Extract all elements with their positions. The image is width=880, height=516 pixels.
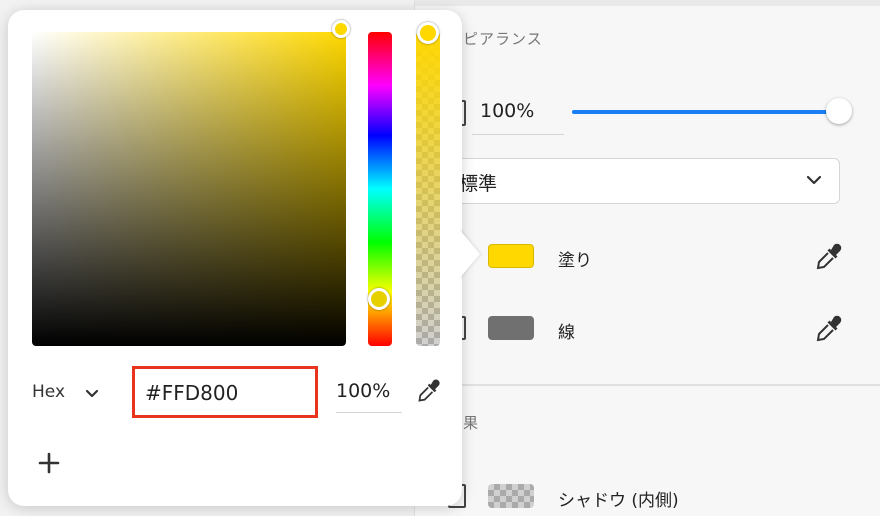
stroke-color-swatch[interactable] (488, 316, 534, 340)
opacity-slider-knob[interactable] (826, 98, 852, 124)
alpha-gradient (416, 32, 440, 346)
fill-color-swatch[interactable] (488, 244, 534, 268)
hex-input[interactable]: #FFD800 (132, 366, 318, 418)
opacity-slider[interactable] (572, 110, 840, 114)
alpha-value-input[interactable]: 100% (336, 380, 390, 402)
hue-slider-knob[interactable] (368, 288, 390, 310)
alpha-slider-knob[interactable] (417, 22, 439, 44)
color-mode-select[interactable]: Hex (32, 382, 65, 402)
opacity-underline (472, 134, 564, 135)
hex-value: #FFD800 (145, 381, 239, 405)
fill-eyedropper-icon[interactable] (814, 242, 844, 276)
saturation-brightness-area[interactable] (32, 32, 346, 346)
stroke-eyedropper-icon[interactable] (814, 314, 844, 348)
alpha-underline (336, 412, 402, 413)
stroke-label: 線 (558, 323, 575, 343)
eyedropper-icon[interactable] (416, 378, 442, 408)
section-divider (440, 384, 880, 386)
blend-mode-select[interactable]: 標準 (440, 158, 840, 204)
chevron-down-icon (805, 171, 823, 193)
saturation-knob[interactable] (332, 20, 350, 38)
alpha-slider[interactable] (416, 32, 440, 346)
inspector-panel (414, 0, 880, 516)
panel-top-strip (415, 0, 880, 6)
popover-arrow (458, 228, 480, 280)
blend-mode-value: 標準 (459, 173, 498, 195)
inner-shadow-label: シャドウ (内側) (558, 491, 679, 511)
add-swatch-icon[interactable] (38, 452, 60, 478)
fill-label: 塗り (558, 251, 592, 271)
inner-shadow-swatch[interactable] (488, 484, 534, 508)
opacity-value[interactable]: 100% (480, 100, 534, 122)
chevron-down-icon[interactable] (84, 386, 100, 406)
